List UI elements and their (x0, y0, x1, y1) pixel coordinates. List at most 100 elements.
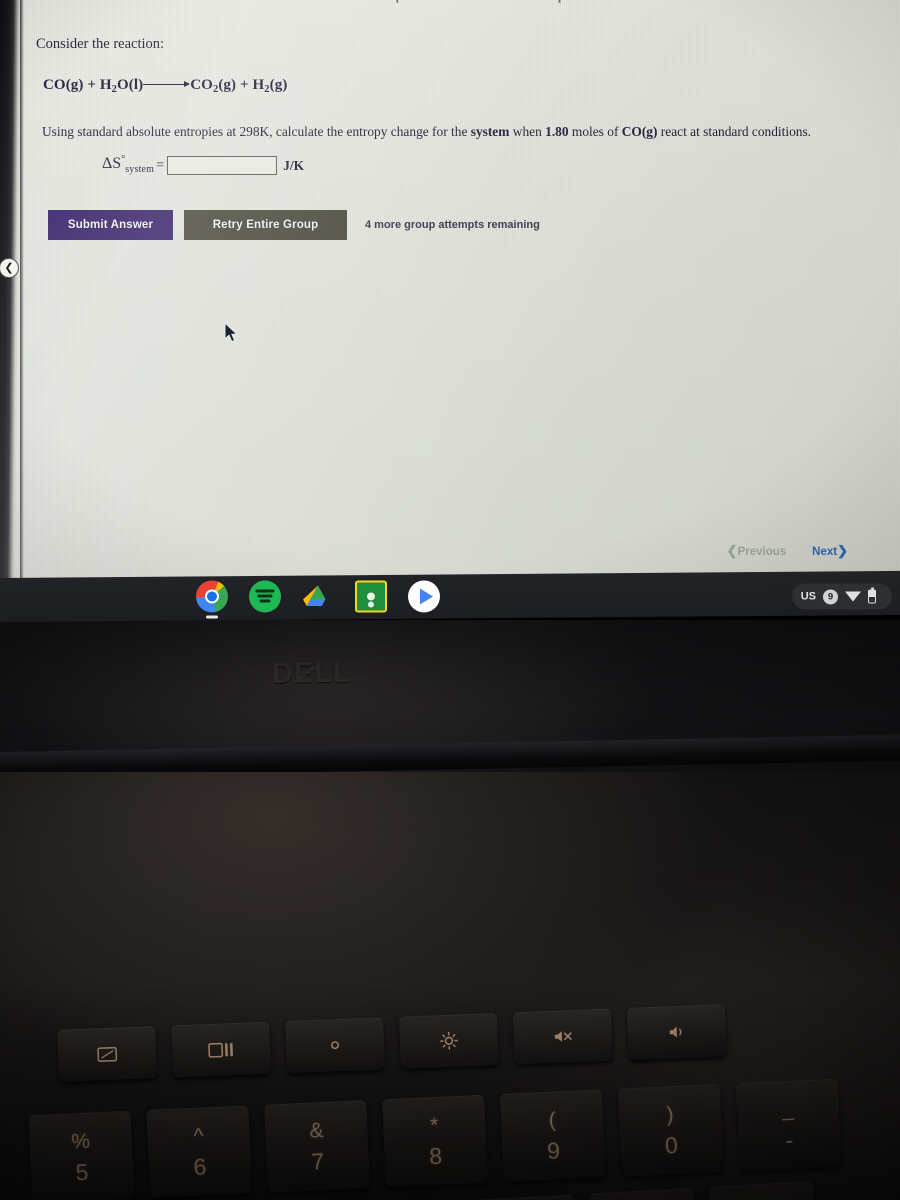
screen-left-bezel (0, 0, 23, 578)
dell-letters-ll: LL (314, 656, 352, 690)
prompt-part-1: Using standard absolute entropies at 298… (42, 124, 471, 139)
next-question-link[interactable]: Next❯ (812, 543, 848, 559)
cut-off-header-text: important values if needed for this ques… (383, 0, 673, 9)
mute-icon (553, 1028, 574, 1045)
prompt-part-3: moles of (568, 124, 622, 139)
play-store-app-icon[interactable] (408, 580, 440, 613)
key-7-upper: & (308, 1118, 324, 1143)
spotify-wave-3 (259, 599, 271, 603)
reactant-water-o: O(l) (117, 77, 144, 93)
delta-s-label: ΔS°system (102, 154, 154, 175)
key-7[interactable]: & 7 (264, 1100, 371, 1193)
google-drive-app-icon[interactable] (302, 580, 334, 612)
entropy-answer-input[interactable] (167, 156, 278, 175)
chrome-app-icon[interactable] (196, 580, 228, 619)
spotify-wave-2 (257, 594, 273, 598)
attempts-remaining-text: 4 more group attempts remaining (365, 219, 540, 231)
previous-label: Previous (737, 546, 787, 558)
key-minus[interactable]: _ - (735, 1078, 842, 1172)
wifi-icon[interactable] (845, 591, 861, 602)
plus-sign-1: + (87, 77, 97, 93)
prompt-bold-moles: 1.80 (545, 124, 569, 139)
mute-key[interactable] (512, 1008, 613, 1065)
product-co2-c: CO (190, 77, 213, 93)
volume-icon (666, 1024, 687, 1041)
dell-letter-d: D (271, 657, 295, 690)
next-label: Next (812, 546, 838, 558)
key-9[interactable]: ( 9 (499, 1089, 606, 1182)
key-0[interactable]: ) 0 (617, 1084, 724, 1177)
key-5[interactable]: % 5 (28, 1110, 135, 1200)
key-p[interactable]: p (708, 1181, 818, 1200)
google-classroom-app-icon[interactable] (355, 580, 387, 613)
pager-navigation: ❮Previous Next❯ (727, 543, 848, 559)
prompt-part-2: when (509, 124, 546, 139)
key-6-lower: 6 (192, 1152, 207, 1180)
key-6-upper: ^ (193, 1124, 204, 1148)
key-minus-upper: _ (781, 1097, 795, 1121)
prompt-bold-system: system (470, 124, 510, 139)
key-9-upper: ( (548, 1108, 557, 1132)
reactant-co: CO(g) (43, 77, 84, 93)
sidebar-collapse-button[interactable]: ❮ (0, 258, 19, 278)
volume-down-key[interactable] (626, 1004, 727, 1060)
chevron-left-icon: ❮ (4, 261, 14, 274)
chromeos-shelf: US 9 (0, 570, 900, 622)
delta-s-symbol: ΔS (102, 155, 122, 172)
product-h2-h: H (252, 77, 265, 93)
key-o[interactable]: o (589, 1187, 699, 1200)
battery-icon[interactable] (868, 589, 876, 604)
chrome-active-indicator (206, 615, 218, 619)
retry-entire-group-button[interactable]: Retry Entire Group (184, 210, 347, 240)
spotify-app-icon[interactable] (249, 580, 281, 613)
spotify-wave-1 (255, 589, 275, 593)
answer-unit-label: J/K (283, 157, 305, 173)
key-5-upper: % (70, 1129, 91, 1153)
dell-brand-logo: DELL (272, 656, 382, 691)
plus-sign-2: + (239, 77, 249, 93)
key-8-lower: 8 (428, 1142, 443, 1169)
fullscreen-key[interactable] (57, 1026, 158, 1082)
question-prompt: Using standard absolute entropies at 298… (42, 123, 872, 140)
key-9-lower: 9 (546, 1136, 561, 1164)
key-8[interactable]: * 8 (382, 1094, 488, 1188)
key-0-upper: ) (666, 1102, 675, 1126)
chevron-right-icon: ❯ (837, 543, 848, 558)
key-5-lower: 5 (75, 1158, 89, 1185)
fullscreen-icon (97, 1046, 118, 1062)
product-h2-state: (g) (269, 77, 288, 93)
key-i[interactable]: i (469, 1194, 579, 1200)
system-subscript: system (125, 164, 155, 175)
chemical-equation: CO(g) + H2O(l) CO2(g) + H2(g) (43, 77, 287, 95)
brightness-high-icon (440, 1031, 459, 1050)
prompt-part-4: react at standard conditions. (657, 124, 812, 139)
overview-icon (208, 1042, 235, 1058)
key-8-upper: * (429, 1113, 439, 1137)
key-7-lower: 7 (310, 1147, 325, 1175)
product-co2-state: (g) (218, 77, 237, 93)
notification-count-badge[interactable]: 9 (823, 588, 838, 604)
keyboard-number-row: % 5 ^ 6 & 7 * 8 ( 9 ) 0 _ - (28, 1078, 842, 1200)
mouse-cursor-icon (224, 321, 239, 349)
key-minus-lower: - (784, 1126, 794, 1153)
screen-bezel-edge (20, 0, 24, 578)
overview-key[interactable] (171, 1021, 272, 1078)
brightness-up-key[interactable] (398, 1012, 499, 1069)
key-6[interactable]: ^ 6 (146, 1105, 253, 1198)
question-lead-text: Consider the reaction: (36, 36, 165, 52)
brightness-down-key[interactable] (285, 1017, 386, 1074)
reaction-arrow-icon (143, 81, 191, 87)
dell-letter-e: E (293, 657, 315, 690)
previous-question-link[interactable]: ❮Previous (727, 543, 786, 559)
system-tray[interactable]: US 9 (791, 583, 892, 610)
laptop-body-photo: % 5 ^ 6 & 7 * 8 ( 9 ) 0 _ - (0, 620, 900, 1200)
prompt-bold-species: CO(g) (621, 124, 658, 139)
action-buttons: Submit Answer Retry Entire Group 4 more … (48, 210, 540, 240)
keyboard-deck: % 5 ^ 6 & 7 * 8 ( 9 ) 0 _ - (0, 772, 900, 1200)
answer-row: ΔS°system = J/K (102, 154, 305, 176)
reactant-water-h: H (99, 77, 112, 93)
shelf-app-list (196, 580, 440, 619)
keyboard-layout-indicator[interactable]: US (801, 590, 816, 602)
key-0-lower: 0 (664, 1131, 679, 1159)
submit-answer-button[interactable]: Submit Answer (48, 210, 173, 240)
